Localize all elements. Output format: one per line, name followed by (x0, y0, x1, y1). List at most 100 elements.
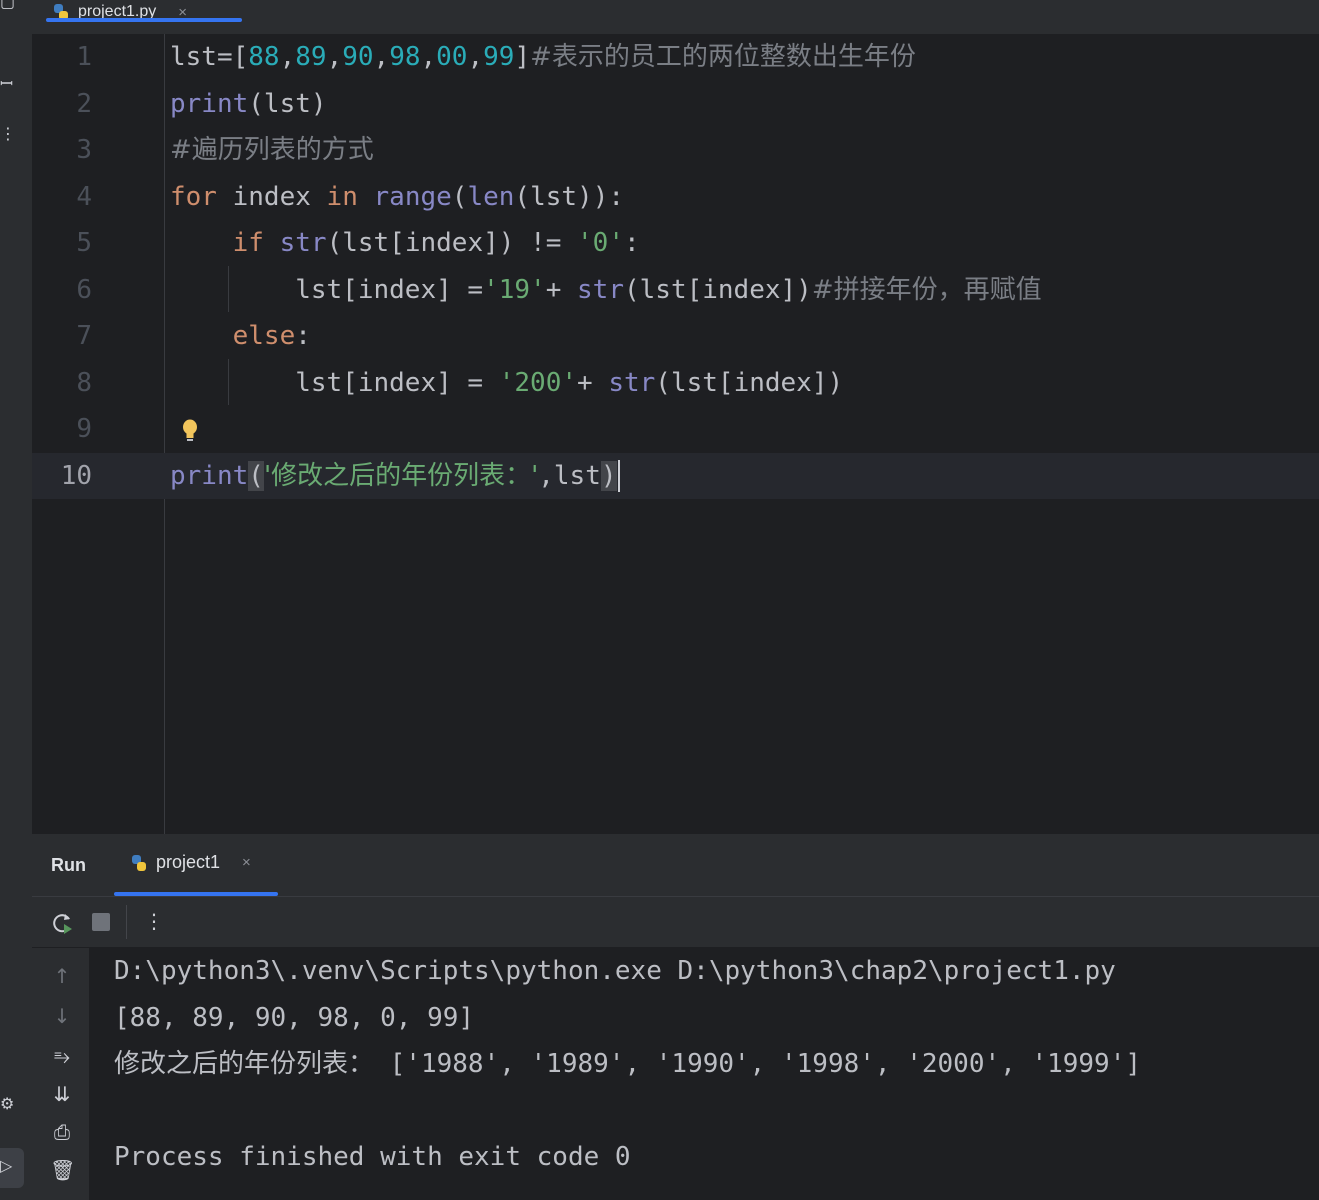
line-number: 3 (76, 135, 92, 165)
code-token: #拼接年份，再赋值 (811, 274, 1042, 305)
code-token: str (577, 274, 624, 305)
code-text: lst[index] ='19'+ str(lst[index])#拼接年份，再… (170, 267, 1042, 313)
soft-wrap-icon[interactable]: ⥱ (50, 1044, 74, 1068)
code-token: #表示的员工的两位整数出生年份 (530, 42, 916, 72)
code-token: #遍历列表的方式 (170, 135, 374, 165)
code-line[interactable]: 6 lst[index] ='19'+ str(lst[index])#拼接年份… (32, 267, 1319, 313)
python-packages-icon[interactable]: ⚙ (0, 1094, 20, 1113)
code-text: print(lst) (170, 81, 327, 127)
run-side-toolbar: ↑ ↓ ⥱ ⇊ ⎙ 🗑 (32, 948, 89, 1200)
run-toolbar: ⋮ (32, 897, 1319, 948)
scroll-up-icon[interactable]: ↑ (50, 964, 74, 988)
code-text: if str(lst[index]) != '0': (170, 220, 640, 266)
code-text: for index in range(len(lst)): (170, 174, 624, 220)
code-editor[interactable]: 1 lst=[88,89,90,98,00,99]#表示的员工的两位整数出生年份 2… (32, 34, 1319, 834)
code-token: ( (248, 460, 264, 491)
code-token: 99 (483, 42, 515, 72)
code-line[interactable]: 1 lst=[88,89,90,98,00,99]#表示的员工的两位整数出生年份 (32, 34, 1319, 80)
scroll-to-end-icon[interactable]: ⇊ (50, 1082, 74, 1106)
editor-tab-project1[interactable]: project1.py × (46, 0, 262, 32)
print-icon[interactable]: ⎙ (50, 1120, 74, 1144)
code-token: for (170, 181, 217, 212)
line-number: 1 (76, 42, 92, 72)
code-text: print('修改之后的年份列表：',lst) (170, 453, 620, 499)
code-line[interactable]: 3 #遍历列表的方式 (32, 127, 1319, 173)
console-line: D:\python3\.venv\Scripts\python.exe D:\p… (114, 956, 1116, 986)
code-token: + (545, 274, 578, 305)
code-token: index (216, 181, 327, 212)
more-icon[interactable]: ⋮ (0, 124, 20, 143)
run-tab-project1[interactable]: project1 × (130, 852, 251, 873)
code-token: (lst[index]) (623, 274, 812, 305)
code-token: (lst) (248, 88, 327, 119)
code-token: 00 (436, 42, 468, 72)
console-output[interactable]: D:\python3\.venv\Scripts\python.exe D:\p… (114, 948, 1314, 1181)
code-token: print (170, 88, 249, 119)
code-text: lst=[88,89,90,98,00,99]#表示的员工的两位整数出生年份 (170, 34, 916, 80)
text-caret (617, 460, 620, 492)
run-tab-underline (114, 892, 278, 896)
code-token: '0' (577, 228, 624, 258)
code-text: #遍历列表的方式 (170, 127, 374, 173)
code-line[interactable]: 9 (32, 406, 1319, 452)
code-line[interactable]: 7 else: (32, 313, 1319, 359)
code-token: ) (600, 460, 617, 491)
console-line: [88, 89, 90, 98, 0, 99] (114, 1002, 475, 1033)
clear-trash-icon[interactable]: 🗑 (50, 1158, 75, 1182)
code-line[interactable]: 5 if str(lst[index]) != '0': (32, 220, 1319, 266)
code-token: , (373, 42, 390, 72)
code-token: (lst)): (514, 181, 624, 212)
close-run-tab-icon[interactable]: × (242, 854, 251, 871)
code-token: str (279, 228, 327, 258)
code-token: '19' (483, 274, 546, 305)
line-number: 2 (76, 88, 92, 119)
code-token: else (232, 321, 296, 351)
code-token: ,lst (538, 460, 601, 491)
code-text: lst[index] = '200'+ str(lst[index]) (170, 360, 843, 406)
code-token: , (279, 42, 296, 72)
code-token: , (420, 42, 437, 72)
code-token: : (623, 228, 640, 258)
python-run-config-icon (132, 854, 146, 871)
code-token: + (577, 367, 609, 398)
code-line[interactable]: 10 print('修改之后的年份列表：',lst) (32, 452, 1319, 499)
line-number: 4 (76, 181, 92, 212)
line-number: 9 (76, 414, 92, 444)
code-token: print (170, 460, 249, 491)
code-token: (lst[index]) != (326, 228, 578, 258)
line-number: 7 (76, 321, 92, 351)
run-tab-label: project1 (156, 852, 221, 872)
lightbulb-icon[interactable] (180, 418, 200, 444)
run-panel-header: Run project1 × (32, 834, 1319, 897)
structure-icon[interactable]: ꟷ (0, 72, 20, 94)
code-token: lst[index] = (170, 274, 484, 305)
code-token: lst[index] = (170, 367, 499, 398)
line-number: 5 (76, 228, 92, 258)
scroll-down-icon[interactable]: ↓ (50, 1004, 74, 1028)
line-number: 6 (76, 274, 92, 305)
toolbar-divider (126, 905, 127, 939)
code-token: range (373, 181, 452, 212)
line-number: 8 (76, 367, 92, 398)
run-panel-title: Run (51, 855, 86, 875)
project-icon[interactable]: ▢ (0, 0, 20, 11)
more-options-icon[interactable]: ⋮ (144, 909, 164, 933)
active-tab-underline (46, 18, 242, 22)
code-line[interactable]: 4 for index in range(len(lst)): (32, 174, 1319, 220)
console-line: 修改之后的年份列表： ['1988', '1989', '1990', '199… (114, 1049, 1142, 1079)
rerun-icon[interactable] (50, 911, 74, 935)
code-token: : (295, 321, 311, 351)
run-tool-icon[interactable]: ▷ (0, 1156, 20, 1175)
code-token: 98 (389, 42, 421, 72)
editor-tab-bar: project1.py × (32, 0, 1319, 35)
code-token: str (608, 367, 656, 398)
stop-icon[interactable] (92, 913, 110, 931)
code-token: 90 (342, 42, 374, 72)
code-line[interactable]: 2 print(lst) (32, 81, 1319, 127)
code-text: else: (170, 313, 311, 359)
code-line[interactable]: 8 lst[index] = '200'+ str(lst[index]) (32, 360, 1319, 406)
